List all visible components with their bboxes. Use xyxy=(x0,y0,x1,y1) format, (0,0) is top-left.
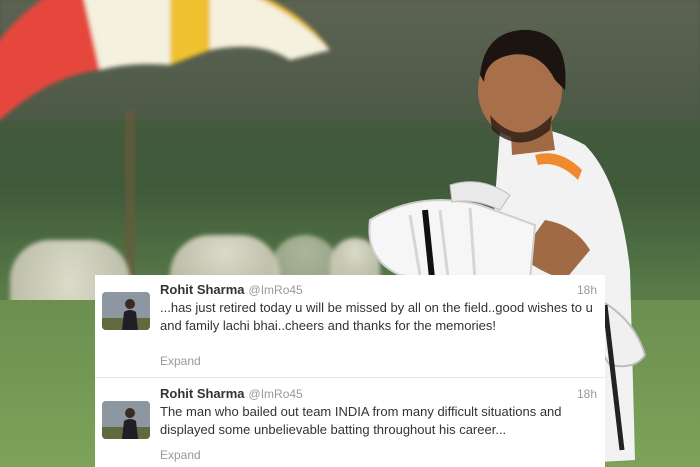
avatar[interactable] xyxy=(102,292,150,330)
umbrella xyxy=(0,0,330,120)
tweet-list: Rohit Sharma @ImRo45 18h ...has just reti… xyxy=(95,275,605,467)
tweet-timestamp[interactable]: 18h xyxy=(577,281,597,299)
tweet-card[interactable]: Rohit Sharma @ImRo45 18h The man who bail… xyxy=(95,379,605,467)
tweet-timestamp[interactable]: 18h xyxy=(577,385,597,403)
tweet-header: Rohit Sharma @ImRo45 xyxy=(160,385,597,403)
user-handle[interactable]: @ImRo45 xyxy=(249,387,303,401)
expand-link[interactable]: Expand xyxy=(160,447,201,463)
user-name[interactable]: Rohit Sharma xyxy=(160,386,245,401)
user-name[interactable]: Rohit Sharma xyxy=(160,282,245,297)
avatar[interactable] xyxy=(102,401,150,439)
tweet-header: Rohit Sharma @ImRo45 xyxy=(160,281,597,299)
user-handle[interactable]: @ImRo45 xyxy=(249,283,303,297)
tweet-text: ...has just retired today u will be miss… xyxy=(160,300,593,333)
expand-link[interactable]: Expand xyxy=(160,353,201,369)
photo-background: Rohit Sharma @ImRo45 18h ...has just reti… xyxy=(0,0,700,467)
tweet-card[interactable]: Rohit Sharma @ImRo45 18h ...has just reti… xyxy=(95,275,605,378)
tweet-text: The man who bailed out team INDIA from m… xyxy=(160,404,562,437)
